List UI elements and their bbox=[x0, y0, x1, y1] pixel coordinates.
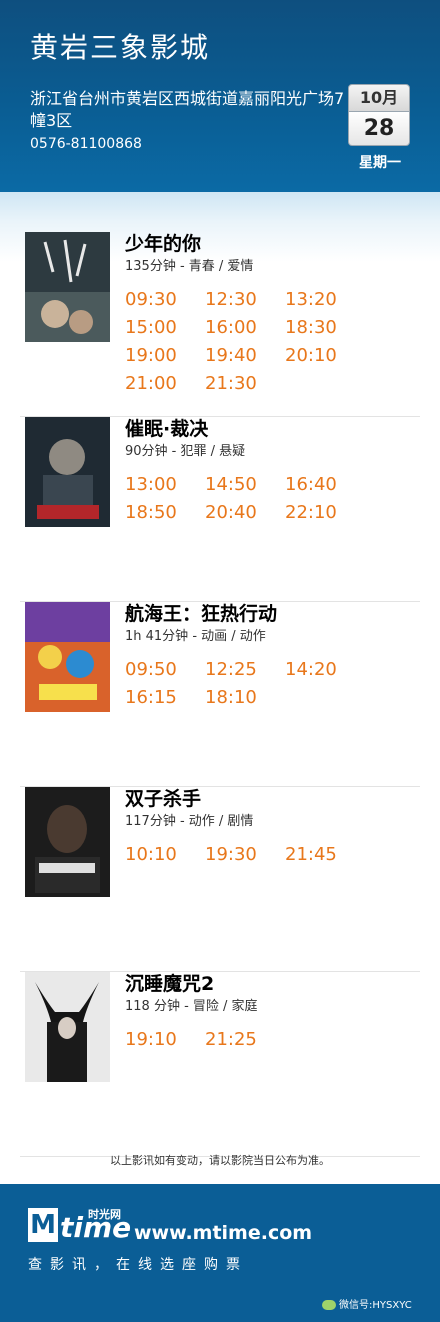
wechat-icon bbox=[322, 1300, 336, 1310]
wechat-id: 微信号:HYSXYC bbox=[322, 1296, 412, 1311]
mtime-footer: M time 时光网 www.mtime.com 查影讯，在线选座购票 微信号:… bbox=[0, 1179, 440, 1322]
mtime-slogan: 查影讯，在线选座购票 bbox=[28, 1257, 248, 1273]
schedule-notice: 以上影讯如有变动，请以影院当日公布为准。 bbox=[110, 1154, 330, 1167]
movie-poster[interactable] bbox=[25, 787, 110, 897]
movie-title[interactable]: 双子杀手 bbox=[125, 787, 420, 811]
calendar-date-widget: 10月 28 bbox=[348, 84, 410, 146]
showtime[interactable]: 20:10 bbox=[285, 342, 365, 370]
showtime[interactable]: 12:25 bbox=[205, 656, 285, 684]
movie-title[interactable]: 少年的你 bbox=[125, 232, 420, 256]
showtime[interactable]: 19:00 bbox=[125, 342, 205, 370]
cinema-name: 黄岩三象影城 bbox=[30, 31, 211, 64]
showtime[interactable]: 21:45 bbox=[285, 841, 365, 869]
movie-meta: 118 分钟 - 冒险 / 家庭 bbox=[125, 999, 258, 1014]
showtime[interactable]: 14:20 bbox=[285, 656, 365, 684]
movie-item[interactable]: 航海王：狂热行动 1h 41分钟 - 动画 / 动作 09:50 12:25 1… bbox=[20, 602, 420, 787]
cinema-header: 黄岩三象影城 浙江省台州市黄岩区西城街道嘉丽阳光广场7幢3区 0576-8110… bbox=[0, 0, 440, 200]
showtime[interactable]: 19:30 bbox=[205, 841, 285, 869]
movie-title[interactable]: 沉睡魔咒2 bbox=[125, 972, 420, 996]
showtime[interactable]: 21:25 bbox=[205, 1026, 285, 1054]
showtime[interactable]: 16:40 bbox=[285, 471, 365, 499]
movie-title[interactable]: 航海王：狂热行动 bbox=[125, 602, 420, 626]
movie-poster[interactable] bbox=[25, 232, 110, 342]
showtime[interactable]: 13:00 bbox=[125, 471, 205, 499]
showtimes-grid: 09:50 12:25 14:20 16:15 18:10 bbox=[125, 656, 425, 712]
showtime[interactable]: 10:10 bbox=[125, 841, 205, 869]
showtimes-grid: 10:10 19:30 21:45 bbox=[125, 841, 425, 869]
showtime[interactable]: 09:30 bbox=[125, 286, 205, 314]
movie-meta: 135分钟 - 青春 / 爱情 bbox=[125, 259, 254, 274]
mtime-site-link[interactable]: www.mtime.com bbox=[134, 1222, 312, 1244]
movie-meta: 1h 41分钟 - 动画 / 动作 bbox=[125, 629, 266, 644]
showtimes-grid: 13:00 14:50 16:40 18:50 20:40 22:10 bbox=[125, 471, 425, 527]
footer-sawtooth-edge bbox=[0, 1179, 440, 1189]
movie-item[interactable]: 催眠·裁决 90分钟 - 犯罪 / 悬疑 13:00 14:50 16:40 1… bbox=[20, 417, 420, 602]
movie-item[interactable]: 双子杀手 117分钟 - 动作 / 剧情 10:10 19:30 21:45 bbox=[20, 787, 420, 972]
calendar-day: 28 bbox=[348, 112, 410, 146]
calendar-month: 10月 bbox=[348, 84, 410, 112]
showtime[interactable]: 15:00 bbox=[125, 314, 205, 342]
showtime[interactable]: 18:30 bbox=[285, 314, 365, 342]
mtime-logo[interactable]: M time 时光网 bbox=[28, 1208, 131, 1248]
movie-poster[interactable] bbox=[25, 602, 110, 712]
mtime-logo-cn: 时光网 bbox=[88, 1208, 121, 1221]
calendar-weekday: 星期一 bbox=[359, 155, 401, 171]
showtime[interactable]: 16:15 bbox=[125, 684, 205, 712]
showtimes-grid: 19:10 21:25 bbox=[125, 1026, 425, 1054]
showtime[interactable]: 19:10 bbox=[125, 1026, 205, 1054]
showtime[interactable]: 21:00 bbox=[125, 370, 205, 398]
showtime[interactable]: 14:50 bbox=[205, 471, 285, 499]
showtime[interactable]: 18:10 bbox=[205, 684, 285, 712]
mtime-logo-m: M bbox=[28, 1208, 58, 1242]
showtime[interactable]: 20:40 bbox=[205, 499, 285, 527]
movie-meta: 117分钟 - 动作 / 剧情 bbox=[125, 814, 254, 829]
showtime[interactable]: 19:40 bbox=[205, 342, 285, 370]
showtimes-list: 少年的你 135分钟 - 青春 / 爱情 09:30 12:30 13:20 1… bbox=[0, 192, 440, 1162]
movie-item[interactable]: 沉睡魔咒2 118 分钟 - 冒险 / 家庭 19:10 21:25 bbox=[20, 972, 420, 1157]
showtime[interactable]: 12:30 bbox=[205, 286, 285, 314]
movie-meta: 90分钟 - 犯罪 / 悬疑 bbox=[125, 444, 246, 459]
movie-poster[interactable] bbox=[25, 972, 110, 1082]
showtime[interactable]: 22:10 bbox=[285, 499, 365, 527]
movie-poster[interactable] bbox=[25, 417, 110, 527]
cinema-phone: 0576-81100868 bbox=[30, 136, 142, 152]
wechat-id-text: 微信号:HYSXYC bbox=[339, 1300, 412, 1311]
showtime[interactable]: 09:50 bbox=[125, 656, 205, 684]
showtime[interactable]: 16:00 bbox=[205, 314, 285, 342]
cinema-address: 浙江省台州市黄岩区西城街道嘉丽阳光广场7幢3区 bbox=[30, 89, 345, 130]
showtime[interactable]: 13:20 bbox=[285, 286, 365, 314]
showtime[interactable]: 18:50 bbox=[125, 499, 205, 527]
movie-item[interactable]: 少年的你 135分钟 - 青春 / 爱情 09:30 12:30 13:20 1… bbox=[20, 232, 420, 417]
showtimes-grid: 09:30 12:30 13:20 15:00 16:00 18:30 19:0… bbox=[125, 286, 425, 398]
movie-title[interactable]: 催眠·裁决 bbox=[125, 417, 420, 441]
showtime[interactable]: 21:30 bbox=[205, 370, 285, 398]
